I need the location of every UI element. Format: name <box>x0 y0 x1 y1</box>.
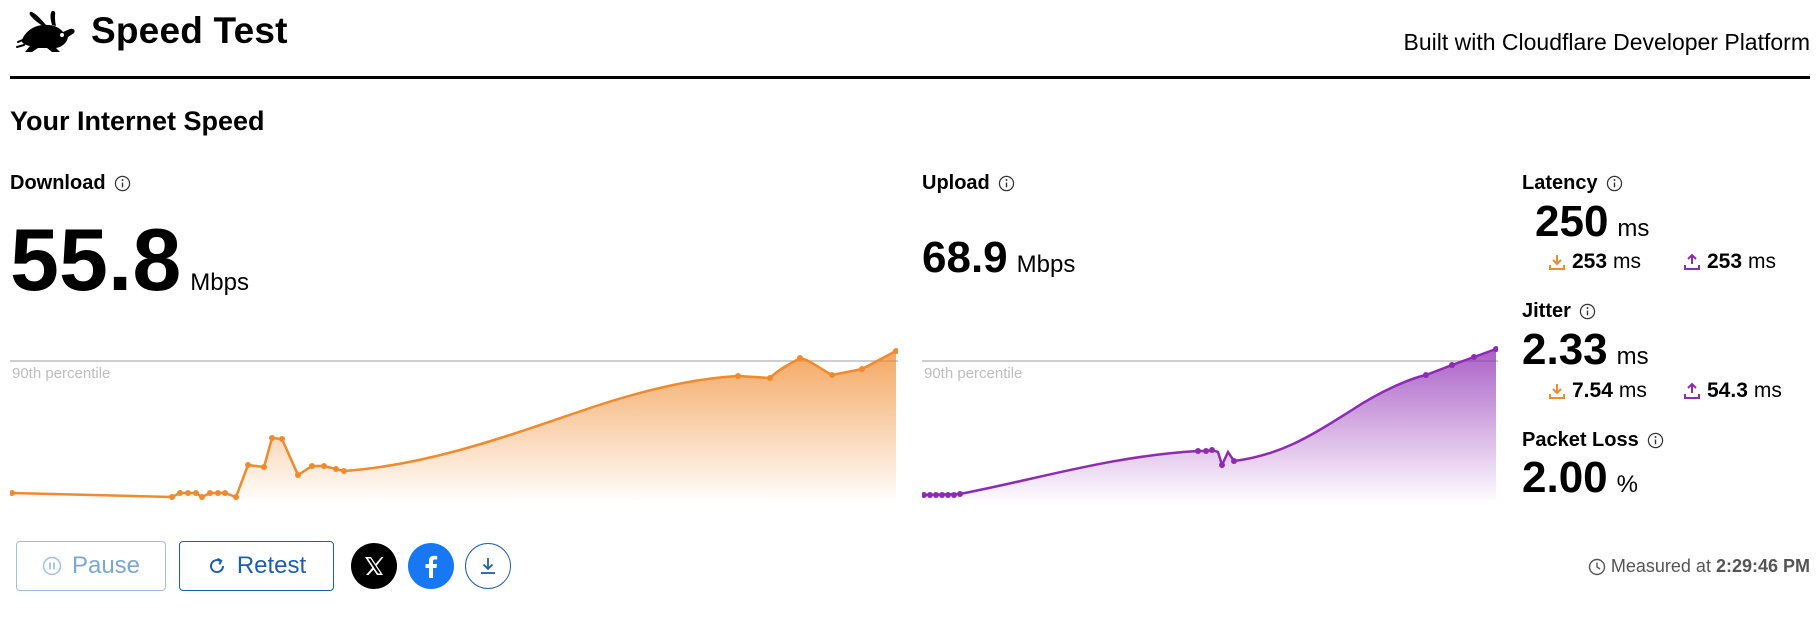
packet-loss-unit: % <box>1616 471 1638 498</box>
app-title: Speed Test <box>91 10 288 51</box>
packet-loss-value: 2.00 <box>1522 453 1608 502</box>
download-area <box>12 351 896 500</box>
pause-button[interactable]: Pause <box>16 541 166 591</box>
download-arrow-icon <box>1549 384 1565 399</box>
download-value-row: 55.8 Mbps <box>10 216 249 304</box>
upload-arrow-icon <box>1684 382 1700 399</box>
speed-test-page: Speed Test Built with Cloudflare Develop… <box>0 0 1818 627</box>
pause-circle-icon <box>42 556 62 576</box>
download-label: Download <box>10 172 131 195</box>
built-with-link[interactable]: Built with Cloudflare Developer Platform <box>1403 29 1810 56</box>
download-label-text: Download <box>10 172 106 194</box>
percentile-label: 90th percentile <box>924 365 1022 382</box>
latency-upload-unit: ms <box>1748 250 1777 273</box>
retest-button[interactable]: Retest <box>179 541 334 591</box>
measured-at-time: 2:29:46 PM <box>1715 556 1810 576</box>
jitter-upload-value: 54.3 <box>1707 379 1748 402</box>
jitter-label: Jitter <box>1522 300 1596 323</box>
download-results-button[interactable] <box>465 543 511 589</box>
x-logo-icon <box>365 557 384 575</box>
packet-loss-label: Packet Loss <box>1522 429 1664 452</box>
info-icon[interactable] <box>998 175 1015 192</box>
info-icon[interactable] <box>1606 175 1623 192</box>
latency-upload-value: 253 <box>1707 250 1743 273</box>
jitter-value-row: 2.33 ms <box>1522 328 1649 372</box>
download-unit: Mbps <box>190 269 249 296</box>
measured-at-prefix: Measured at <box>1610 556 1711 576</box>
jitter-upload-unit: ms <box>1753 379 1782 402</box>
jitter-download-value: 7.54 <box>1572 379 1613 402</box>
download-value: 55.8 <box>10 210 182 309</box>
latency-label-text: Latency <box>1522 172 1598 194</box>
rabbit-logo-icon <box>16 10 75 52</box>
jitter-download: 7.54 ms <box>1548 379 1683 403</box>
latency-sub-row: 253 ms 253 ms <box>1548 250 1776 274</box>
pause-button-label: Pause <box>71 552 141 579</box>
latency-download: 253 ms <box>1548 250 1683 274</box>
clock-icon <box>1588 558 1606 575</box>
packet-loss-label-text: Packet Loss <box>1522 429 1639 451</box>
download-arrow-icon <box>1549 255 1565 270</box>
upload-chart: 90th percentile <box>922 346 1498 500</box>
upload-unit: Mbps <box>1016 251 1076 278</box>
upload-value: 68.9 <box>922 233 1008 282</box>
jitter-unit: ms <box>1616 343 1649 370</box>
latency-label: Latency <box>1522 172 1623 195</box>
latency-download-value: 253 <box>1572 250 1608 273</box>
upload-label: Upload <box>922 172 1015 195</box>
jitter-sub-row: 7.54 ms 54.3 ms <box>1548 379 1782 403</box>
share-facebook-button[interactable] <box>408 543 454 589</box>
upload-arrow-icon <box>1684 253 1700 270</box>
latency-download-unit: ms <box>1613 250 1642 273</box>
facebook-logo-icon <box>425 555 438 578</box>
info-icon[interactable] <box>1647 432 1664 449</box>
latency-value: 250 <box>1535 197 1609 246</box>
upload-value-row: 68.9 Mbps <box>922 236 1075 280</box>
packet-loss-value-row: 2.00 % <box>1522 456 1638 500</box>
download-icon <box>481 558 495 574</box>
latency-value-row: 250 ms <box>1535 200 1649 244</box>
retest-button-label: Retest <box>236 552 307 579</box>
jitter-download-unit: ms <box>1618 379 1647 402</box>
percentile-label: 90th percentile <box>12 365 110 382</box>
upload-label-text: Upload <box>922 172 990 194</box>
download-chart: 90th percentile <box>10 348 898 500</box>
info-icon[interactable] <box>114 175 131 192</box>
header: Speed Test Built with Cloudflare Develop… <box>10 0 1810 79</box>
share-x-button[interactable] <box>351 543 397 589</box>
refresh-icon <box>209 557 224 574</box>
section-title: Your Internet Speed <box>10 106 265 136</box>
jitter-upload: 54.3 ms <box>1683 379 1782 403</box>
jitter-value: 2.33 <box>1522 325 1608 374</box>
info-icon[interactable] <box>1579 303 1596 320</box>
latency-unit: ms <box>1617 215 1650 242</box>
jitter-label-text: Jitter <box>1522 300 1571 322</box>
measured-at: Measured at 2:29:46 PM <box>1588 556 1810 577</box>
latency-upload: 253 ms <box>1683 250 1776 274</box>
